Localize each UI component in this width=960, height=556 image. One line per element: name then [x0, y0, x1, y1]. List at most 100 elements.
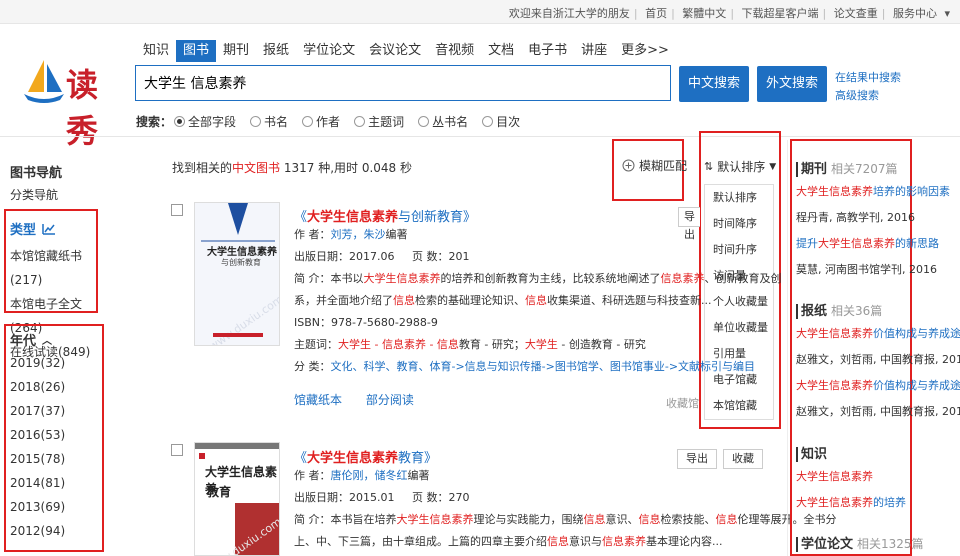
search-in-results-link[interactable]: 在结果中搜索 [835, 69, 901, 87]
cover-subtitle: 与创新教育 [221, 258, 261, 267]
book-cover[interactable]: www.duxiu.com 大学生信息素养 与创新教育 [194, 202, 280, 346]
radio-icon[interactable] [418, 116, 430, 127]
type-filter-head: 类型 [10, 219, 96, 238]
link-service[interactable]: 服务中心 [893, 7, 937, 20]
radio-icon[interactable] [174, 116, 186, 127]
year-item-2016[interactable]: 2016(53) [10, 423, 102, 447]
book-title-link[interactable]: 《大学生信息素养教育》 [294, 447, 437, 466]
pub-line: 出版日期：2017.06 页 数：201 [294, 250, 470, 263]
year-item-2013[interactable]: 2013(69) [10, 495, 102, 519]
partial-read-link[interactable]: 部分阅读 [366, 393, 414, 407]
fuzzy-match-toggle[interactable]: 模糊匹配 [622, 157, 687, 174]
collection-count: 收藏馆:2 [666, 397, 700, 410]
sort-dropdown[interactable]: ⇅ 默认排序 ▼ [704, 158, 776, 175]
radio-icon[interactable] [482, 116, 494, 127]
top-links: 欢迎来自浙江大学的朋友 | 首页 | 繁體中文 | 下载超星客户端 | 论文查重 | 服务… [508, 7, 950, 20]
book-title-link[interactable]: 《大学生信息素养与创新教育》 [294, 206, 476, 225]
tab-ebooks[interactable]: 电子书 [521, 40, 574, 62]
duxiu-logo[interactable]: 读秀 [22, 58, 130, 150]
author-link[interactable]: 刘芳，朱沙 [331, 228, 386, 241]
top-bar: 欢迎来自浙江大学的朋友 | 首页 | 繁體中文 | 下载超星客户端 | 论文查重 | 服务… [0, 0, 960, 24]
class-line: 分 类：文化、科学、教育、体育->信息与知识传播->图书馆学、图书馆事业->文献… [294, 360, 756, 373]
year-item-2018[interactable]: 2018(26) [10, 375, 102, 399]
tab-lectures[interactable]: 讲座 [574, 40, 614, 62]
journal-head: 期刊 相关7207篇 [796, 158, 950, 177]
advanced-search-link[interactable]: 高级搜索 [835, 87, 901, 105]
link-traditional[interactable]: 繁體中文 [682, 7, 726, 20]
tab-books[interactable]: 图书 [176, 40, 217, 62]
search-input[interactable] [136, 66, 670, 100]
tab-more[interactable]: 更多>> [614, 40, 676, 62]
year-filter-head[interactable]: 年代 ︿ [10, 330, 102, 349]
book-details: 作 者：唐伦刚，储冬红编著 出版日期：2015.01 页 数：270 简 介：本… [294, 465, 837, 553]
link-plagiarism[interactable]: 论文查重 [834, 7, 878, 20]
cover-title: 大学生信息素养 [207, 247, 277, 258]
chevron-down-icon[interactable]: ▾ [944, 7, 950, 20]
radio-icon[interactable] [302, 116, 314, 127]
tab-newspapers[interactable]: 报纸 [256, 40, 296, 62]
trend-chart-icon[interactable] [42, 223, 56, 235]
year-item-2014[interactable]: 2014(81) [10, 471, 102, 495]
sort-option-default[interactable]: 默认排序 [705, 185, 773, 211]
type-item-paper[interactable]: 本馆馆藏纸书(217) [10, 244, 96, 292]
book-details: 作 者：刘芳，朱沙编著 出版日期：2017.06 页 数：201 简 介：本书以… [294, 224, 782, 378]
field-title[interactable]: 书名 [250, 113, 288, 130]
field-all[interactable]: 全部字段 [174, 113, 236, 130]
radio-icon[interactable] [250, 116, 262, 127]
newspaper-section: 报纸相关36篇 大学生信息素养价值构成与养成途径 赵雅文，刘哲雨, 中国教育报,… [796, 300, 960, 425]
knowledge-item[interactable]: 大学生信息素养 [796, 464, 906, 490]
book-checkbox[interactable] [171, 204, 183, 216]
book-actions: 馆藏纸本 部分阅读 [294, 391, 414, 408]
thesis-section: 学位论文 相关1325篇 [796, 533, 924, 552]
author-line: 作 者：刘芳，朱沙编著 [294, 228, 408, 241]
tab-knowledge[interactable]: 知识 [136, 40, 176, 62]
intro-line-1: 简 介：本书以大学生信息素养的培养和创新教育为主线，比较系统地阐述了信息素养、创… [294, 272, 782, 285]
welcome-text: 欢迎来自浙江大学的朋友 [508, 7, 630, 20]
newspaper-item[interactable]: 大学生信息素养价值构成与养成途径 [796, 373, 960, 399]
journal-section: 期刊 相关7207篇 大学生信息素养培养的影响因素 程丹青, 高教学刊, 2016… [796, 158, 950, 283]
link-home[interactable]: 首页 [645, 7, 667, 20]
category-nav-link[interactable]: 分类导航 [10, 186, 58, 203]
thesis-head: 学位论文 相关1325篇 [796, 533, 924, 552]
field-subject[interactable]: 主题词 [354, 113, 404, 130]
foreign-search-button[interactable]: 外文搜索 [757, 66, 827, 102]
newspaper-head: 报纸 相关36篇 [796, 300, 960, 319]
book-nav-title: 图书导航 [10, 166, 63, 181]
sort-option-local-collection[interactable]: 本馆馆藏 [705, 393, 773, 419]
plus-circle-icon [622, 159, 635, 172]
tab-documents[interactable]: 文档 [481, 40, 521, 62]
chevron-up-icon[interactable]: ︿ [42, 332, 52, 347]
radio-icon[interactable] [354, 116, 366, 127]
favorite-button[interactable]: 收藏 [723, 449, 763, 469]
intro-line-1: 简 介：本书旨在培养大学生信息素养理论与实践能力，围绕信息意识、信息检索技能、信… [294, 513, 837, 526]
tab-conference[interactable]: 会议论文 [362, 40, 428, 62]
field-author[interactable]: 作者 [302, 113, 340, 130]
journal-item[interactable]: 提升大学生信息素养的新思路 [796, 231, 950, 257]
year-item-2012[interactable]: 2012(94) [10, 519, 102, 543]
journal-item[interactable]: 大学生信息素养培养的影响因素 [796, 179, 950, 205]
chinese-search-button[interactable]: 中文搜索 [679, 66, 749, 102]
year-item-2019[interactable]: 2019(32) [10, 351, 102, 375]
paper-collection-link[interactable]: 馆藏纸本 [294, 393, 342, 407]
knowledge-section: 知识 大学生信息素养 大学生信息素养的培养 [796, 443, 906, 516]
tab-journals[interactable]: 期刊 [216, 40, 256, 62]
class-link[interactable]: 文化、科学、教育、体育->信息与知识传播->图书馆学、图书馆事业->文献标引与编… [331, 360, 756, 373]
author-link[interactable]: 唐伦刚，储冬红 [331, 469, 408, 482]
export-button[interactable]: 导出 [678, 207, 700, 241]
sailboat-icon [24, 60, 64, 103]
book-checkbox[interactable] [171, 444, 183, 456]
year-item-2017[interactable]: 2017(37) [10, 399, 102, 423]
field-series[interactable]: 丛书名 [418, 113, 468, 130]
newspaper-item[interactable]: 大学生信息素养价值构成与养成途径 [796, 321, 960, 347]
knowledge-item[interactable]: 大学生信息素养的培养 [796, 490, 906, 516]
pub-line: 出版日期：2015.01 页 数：270 [294, 491, 470, 504]
book-cover-image: www.duxiu.com [201, 203, 279, 345]
tab-video[interactable]: 音视频 [428, 40, 481, 62]
year-item-2015[interactable]: 2015(78) [10, 447, 102, 471]
field-toc[interactable]: 目次 [482, 113, 520, 130]
book-cover[interactable]: www.duxiu.com 大学生信息素养 教育 [194, 442, 280, 556]
tab-theses[interactable]: 学位论文 [296, 40, 362, 62]
export-button[interactable]: 导出 [677, 449, 717, 469]
link-client[interactable]: 下载超星客户端 [742, 7, 819, 20]
caret-down-icon: ▼ [769, 161, 777, 172]
